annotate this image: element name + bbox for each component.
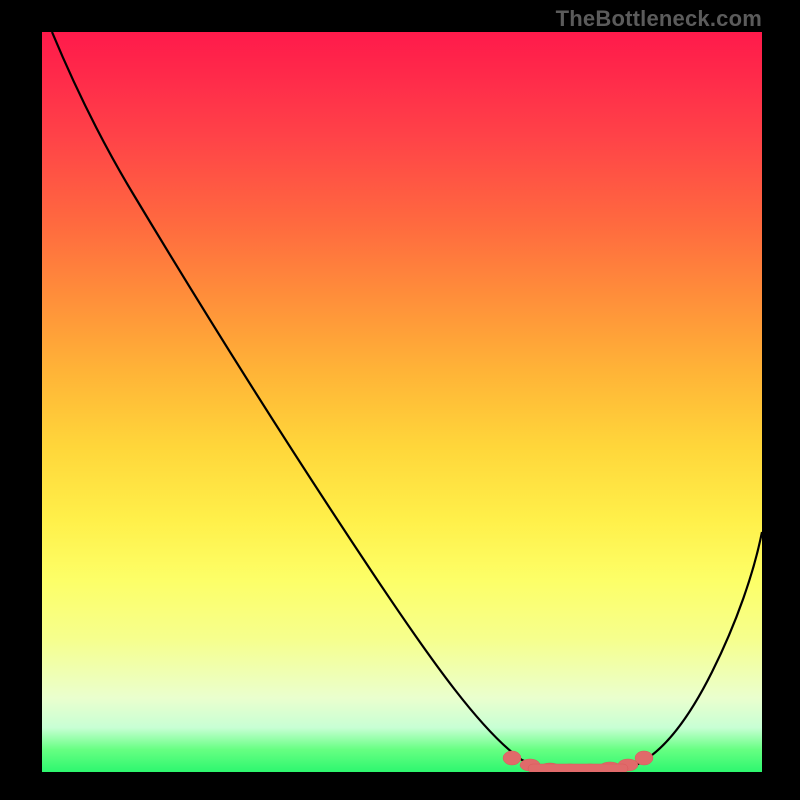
chart-frame: TheBottleneck.com [0, 0, 800, 800]
gradient-background [42, 32, 762, 772]
plot-area [42, 32, 762, 772]
watermark-label: TheBottleneck.com [556, 6, 762, 32]
